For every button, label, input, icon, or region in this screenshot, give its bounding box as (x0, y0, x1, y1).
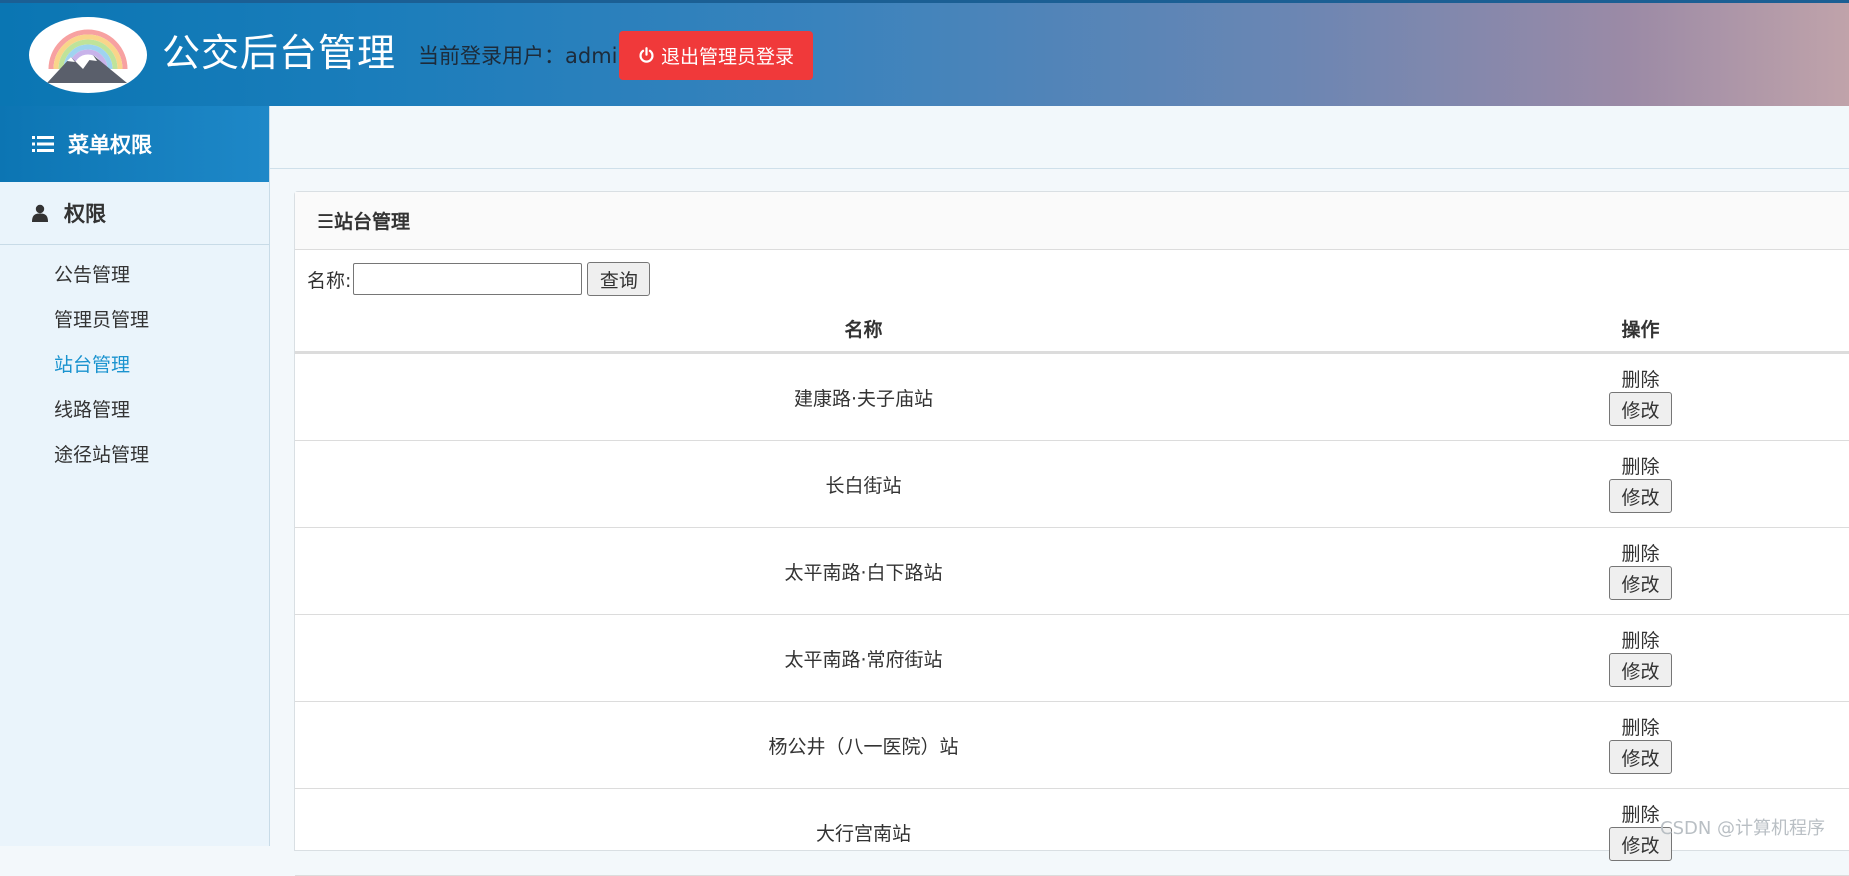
rainbow-logo (29, 17, 147, 93)
sidebar: 菜单权限 权限 公告管理 管理员管理 站台管理 线路管理 途径站管理 (0, 106, 270, 846)
table-header: 名称 操作 (295, 306, 1849, 354)
search-bar: 名称: 查询 (307, 262, 651, 296)
nav-list: 公告管理 管理员管理 站台管理 线路管理 途径站管理 (0, 245, 269, 478)
edit-button[interactable]: 修改 (1609, 740, 1672, 774)
station-name: 建康路·夫子庙站 (793, 387, 934, 410)
table-row: 长白街站 删除 修改 (295, 441, 1849, 528)
column-header-ops: 操作 (1621, 319, 1660, 341)
station-name: 长白街站 (825, 474, 902, 497)
sidebar-item-routes[interactable]: 线路管理 (0, 388, 269, 433)
sidebar-item-announcements[interactable]: 公告管理 (0, 253, 269, 298)
edit-button[interactable]: 修改 (1609, 392, 1672, 426)
station-name: 太平南路·白下路站 (784, 561, 943, 584)
app-title: 公交后台管理 (162, 31, 397, 75)
table-row: 太平南路·白下路站 删除 修改 (295, 528, 1849, 615)
delete-link[interactable]: 删除 (1621, 716, 1659, 740)
row-actions: 删除 修改 (1432, 542, 1849, 600)
delete-link[interactable]: 删除 (1621, 368, 1659, 392)
table-row: 太平南路·常府街站 删除 修改 (295, 615, 1849, 702)
power-icon (639, 47, 654, 63)
watermark: CSDN @计算机程序 (1660, 818, 1826, 839)
row-actions: 删除 修改 (1432, 629, 1849, 687)
column-header-name: 名称 (844, 319, 883, 341)
menu-header: 菜单权限 (0, 106, 269, 182)
panel-title: ☰站台管理 (295, 192, 1849, 250)
table-row: 建康路·夫子庙站 删除 修改 (295, 354, 1849, 441)
delete-link[interactable]: 删除 (1621, 629, 1659, 653)
edit-button[interactable]: 修改 (1609, 653, 1672, 687)
delete-link[interactable]: 删除 (1621, 455, 1659, 479)
logout-button[interactable]: 退出管理员登录 (619, 31, 813, 80)
edit-button[interactable]: 修改 (1609, 566, 1672, 600)
sidebar-item-admins[interactable]: 管理员管理 (0, 298, 269, 343)
permission-group-header[interactable]: 权限 (0, 182, 269, 245)
row-actions: 删除 修改 (1432, 455, 1849, 513)
edit-button[interactable]: 修改 (1609, 479, 1672, 513)
table-row: 大行宫南站 删除 修改 (295, 789, 1849, 876)
search-input[interactable] (353, 263, 583, 295)
user-icon (32, 204, 48, 222)
station-panel: ☰站台管理 名称: 查询 名称 操作 建康路·夫子庙站 删除 修改 长白街站 删… (294, 191, 1849, 876)
delete-link[interactable]: 删除 (1621, 803, 1659, 827)
list-icon (32, 136, 54, 152)
rainbow-logo-icon (47, 29, 128, 83)
content-topbar (270, 106, 1849, 169)
logout-label: 退出管理员登录 (660, 46, 794, 68)
row-actions: 删除 修改 (1432, 368, 1849, 426)
station-table: 名称 操作 建康路·夫子庙站 删除 修改 长白街站 删除 修改 太平南路·白下路… (295, 306, 1849, 876)
search-label: 名称: (307, 269, 352, 292)
sidebar-item-route-stops[interactable]: 途径站管理 (0, 433, 269, 478)
row-actions: 删除 修改 (1432, 716, 1849, 774)
station-name: 杨公井（八一医院）站 (768, 735, 959, 758)
station-name: 大行宫南站 (815, 822, 911, 845)
menu-header-label: 菜单权限 (68, 133, 152, 157)
group-header-label: 权限 (64, 202, 106, 226)
station-name: 太平南路·常府街站 (784, 648, 943, 671)
search-button[interactable]: 查询 (587, 262, 651, 296)
top-header: 公交后台管理 当前登录用户：admin 退出管理员登录 (0, 0, 1849, 106)
sidebar-item-stations[interactable]: 站台管理 (0, 343, 269, 388)
current-user-label: 当前登录用户：admin (418, 44, 631, 68)
delete-link[interactable]: 删除 (1621, 542, 1659, 566)
table-row: 杨公井（八一医院）站 删除 修改 (295, 702, 1849, 789)
